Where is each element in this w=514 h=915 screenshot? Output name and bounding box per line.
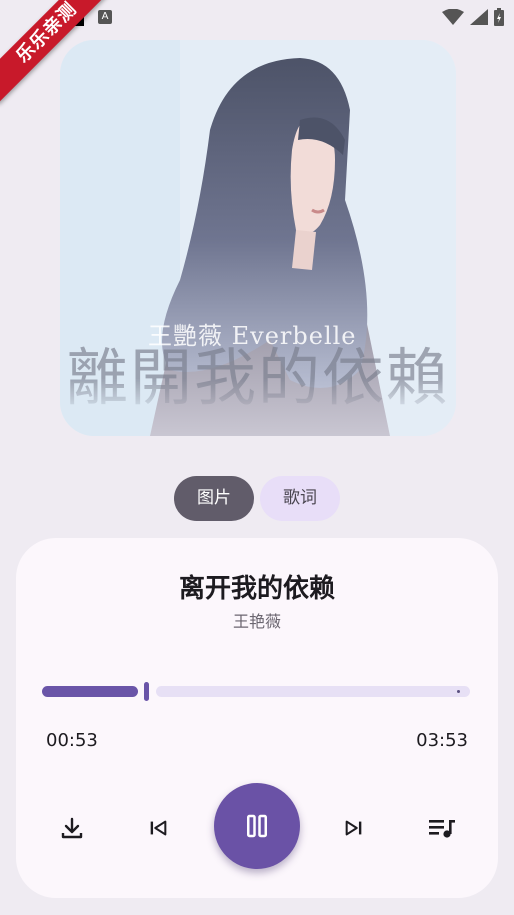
download-button[interactable] — [52, 808, 92, 848]
tab-lyrics[interactable]: 歌词 — [260, 476, 340, 521]
time-elapsed: 00:53 — [46, 730, 98, 751]
next-button[interactable] — [334, 808, 374, 848]
album-art: 王艷薇 Everbelle 離開我的依賴 — [60, 40, 456, 436]
song-artist: 王艳薇 — [232, 612, 281, 631]
playlist-button[interactable] — [422, 808, 462, 848]
battery-icon — [494, 8, 504, 26]
wifi-icon — [442, 9, 464, 25]
progress-end-dot — [457, 690, 460, 693]
skip-previous-icon — [150, 820, 167, 836]
progress-thumb[interactable] — [144, 682, 149, 701]
skip-next-icon — [345, 820, 362, 836]
pause-icon — [247, 814, 267, 838]
previous-button[interactable] — [138, 808, 178, 848]
status-a-icon: A — [98, 10, 112, 24]
album-overlay-title: 離開我的依賴 — [65, 341, 450, 414]
progress-played[interactable] — [42, 686, 138, 697]
view-tabs: 图片 歌词 — [174, 476, 340, 521]
time-total: 03:53 — [416, 730, 468, 751]
queue-music-icon — [429, 820, 455, 838]
song-title: 离开我的依赖 — [178, 574, 335, 604]
progress-remaining[interactable] — [156, 686, 470, 697]
player-card: 离开我的依赖 王艳薇 00:53 03:53 — [16, 538, 498, 898]
play-pause-button[interactable] — [214, 783, 300, 869]
tab-image[interactable]: 图片 — [174, 476, 254, 521]
cellular-signal-icon — [470, 9, 488, 25]
status-right-icons — [442, 8, 504, 26]
download-icon — [61, 817, 83, 839]
